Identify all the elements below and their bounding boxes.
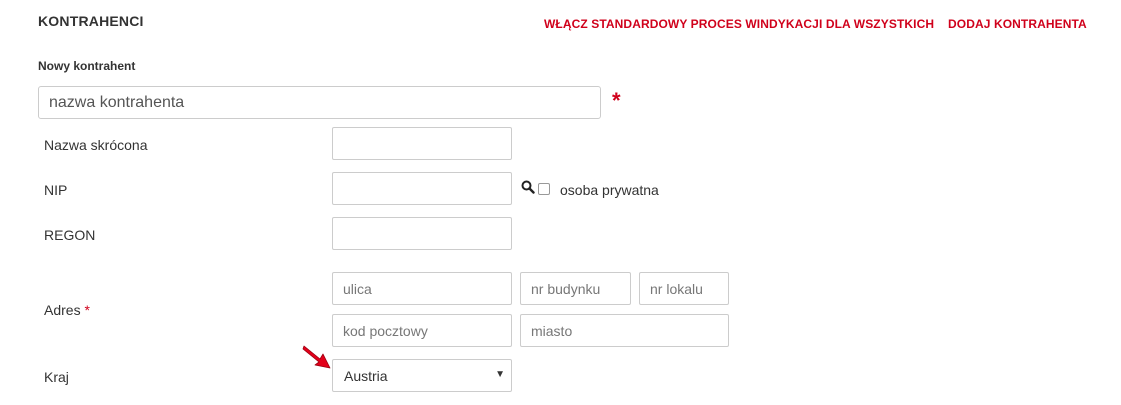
city-input[interactable] bbox=[520, 314, 729, 347]
required-marker: * bbox=[612, 88, 621, 113]
nip-label: NIP bbox=[44, 182, 68, 198]
page-title: KONTRAHENCI bbox=[38, 13, 144, 29]
short-name-label: Nazwa skrócona bbox=[44, 137, 148, 153]
regon-label: REGON bbox=[44, 227, 96, 243]
red-arrow-icon bbox=[300, 340, 334, 370]
street-input[interactable] bbox=[332, 272, 512, 305]
private-person-checkbox[interactable] bbox=[538, 183, 550, 195]
building-number-input[interactable] bbox=[520, 272, 631, 305]
country-select[interactable]: Austria ▼ bbox=[332, 359, 512, 392]
contractor-name-input[interactable] bbox=[38, 86, 601, 119]
private-person-label: osoba prywatna bbox=[560, 182, 659, 198]
country-select-value: Austria bbox=[344, 368, 388, 384]
address-label-text: Adres bbox=[44, 302, 81, 318]
country-label: Kraj bbox=[44, 369, 69, 385]
address-required-marker: * bbox=[84, 302, 90, 318]
address-label: Adres * bbox=[44, 302, 90, 318]
regon-input[interactable] bbox=[332, 217, 512, 250]
section-label: Nowy kontrahent bbox=[38, 59, 136, 73]
chevron-down-icon: ▼ bbox=[495, 369, 505, 380]
search-icon[interactable] bbox=[521, 180, 535, 194]
short-name-input[interactable] bbox=[332, 127, 512, 160]
unit-number-input[interactable] bbox=[639, 272, 729, 305]
enable-collection-link[interactable]: WŁĄCZ STANDARDOWY PROCES WINDYKACJI DLA … bbox=[544, 17, 934, 31]
add-contractor-link[interactable]: DODAJ KONTRAHENTA bbox=[948, 17, 1087, 31]
postal-code-input[interactable] bbox=[332, 314, 512, 347]
nip-input[interactable] bbox=[332, 172, 512, 205]
